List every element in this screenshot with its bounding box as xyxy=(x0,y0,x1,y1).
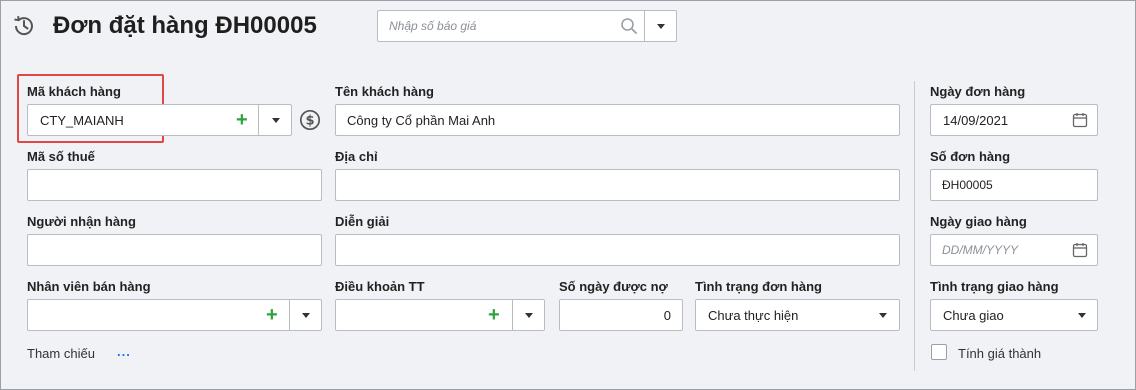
credit-days-input[interactable]: 0 xyxy=(559,299,683,331)
delivery-date-picker xyxy=(930,234,1098,266)
dollar-coin-icon[interactable]: $ xyxy=(299,109,321,131)
page-title: Đơn đặt hàng ĐH00005 xyxy=(53,12,317,39)
customer-name-label: Tên khách hàng xyxy=(335,84,434,99)
customer-code-dropdown-button[interactable] xyxy=(259,105,292,135)
payment-terms-label: Điều khoản TT xyxy=(335,279,425,294)
order-form-window: Đơn đặt hàng ĐH00005 Mã khách hàng CTY_M… xyxy=(0,0,1136,390)
salesperson-combo: + xyxy=(27,299,322,331)
quote-search-combo xyxy=(377,10,677,42)
recipient-input[interactable] xyxy=(27,234,322,266)
delivery-status-value: Chưa giao xyxy=(943,308,1004,323)
delivery-status-label: Tình trạng giao hàng xyxy=(930,279,1059,294)
order-status-value: Chưa thực hiện xyxy=(708,308,799,323)
delivery-date-input[interactable] xyxy=(931,235,1061,265)
order-date-value[interactable]: 14/09/2021 xyxy=(943,113,1008,128)
order-status-label: Tình trạng đơn hàng xyxy=(695,279,822,294)
description-label: Diễn giải xyxy=(335,214,390,229)
chevron-down-icon xyxy=(657,23,665,29)
reference-link[interactable]: ... xyxy=(117,344,131,359)
customer-name-input[interactable]: Công ty Cổ phần Mai Anh xyxy=(335,104,900,136)
payment-terms-dropdown-button[interactable] xyxy=(513,300,545,330)
payment-terms-combo: + xyxy=(335,299,545,331)
quote-dropdown-button[interactable] xyxy=(645,11,677,41)
calc-cost-checkbox[interactable] xyxy=(931,344,947,360)
address-label: Địa chỉ xyxy=(335,149,378,164)
chevron-down-icon xyxy=(525,312,533,318)
search-icon[interactable] xyxy=(620,17,638,35)
column-separator xyxy=(914,81,915,371)
quote-search-input[interactable] xyxy=(378,11,644,41)
order-number-label: Số đơn hàng xyxy=(930,149,1011,164)
chevron-down-icon xyxy=(1078,313,1086,318)
order-date-label: Ngày đơn hàng xyxy=(930,84,1026,99)
order-date-picker: 14/09/2021 xyxy=(930,104,1098,136)
delivery-date-label: Ngày giao hàng xyxy=(930,214,1027,229)
add-payment-terms-icon[interactable]: + xyxy=(488,305,500,325)
customer-code-value[interactable]: CTY_MAIANH xyxy=(40,113,124,128)
customer-code-combo: CTY_MAIANH + xyxy=(27,104,292,136)
delivery-status-select[interactable]: Chưa giao xyxy=(930,299,1098,331)
customer-code-label: Mã khách hàng xyxy=(27,84,121,99)
chevron-down-icon xyxy=(302,312,310,318)
salesperson-label: Nhân viên bán hàng xyxy=(27,279,151,294)
tax-code-input[interactable] xyxy=(27,169,322,201)
order-status-select[interactable]: Chưa thực hiện xyxy=(695,299,900,331)
add-salesperson-icon[interactable]: + xyxy=(266,305,278,325)
recipient-label: Người nhận hàng xyxy=(27,214,136,229)
chevron-down-icon xyxy=(271,117,280,123)
tax-code-label: Mã số thuế xyxy=(27,149,95,164)
chevron-down-icon xyxy=(879,313,887,318)
add-customer-icon[interactable]: + xyxy=(236,110,248,130)
order-number-input[interactable]: ĐH00005 xyxy=(930,169,1098,201)
credit-days-label: Số ngày được nợ xyxy=(559,279,668,294)
salesperson-dropdown-button[interactable] xyxy=(290,300,322,330)
svg-text:$: $ xyxy=(305,114,314,129)
description-input[interactable] xyxy=(335,234,900,266)
history-clock-icon[interactable] xyxy=(11,13,37,39)
address-input[interactable] xyxy=(335,169,900,201)
calendar-icon[interactable] xyxy=(1072,242,1088,258)
reference-label: Tham chiếu xyxy=(27,346,95,361)
calendar-icon[interactable] xyxy=(1072,112,1088,128)
calc-cost-label: Tính giá thành xyxy=(958,346,1042,361)
